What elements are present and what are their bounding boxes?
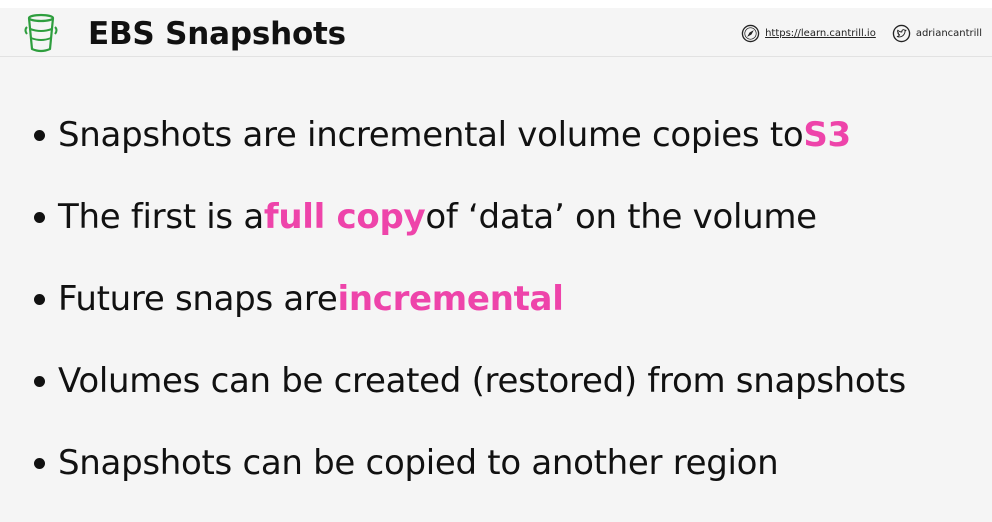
slide-title: EBS Snapshots — [88, 16, 346, 52]
slide: EBS Snapshots https://learn.cantrill.io … — [0, 8, 992, 522]
bullet-highlight: full copy — [263, 197, 426, 237]
website-link-text[interactable]: https://learn.cantrill.io — [765, 28, 876, 39]
header-links: https://learn.cantrill.io adriancantrill — [741, 23, 982, 43]
bullet-text: Snapshots can be copied to another regio… — [58, 443, 779, 483]
bucket-icon — [24, 13, 58, 53]
bullet-dot-icon — [34, 375, 45, 387]
twitter-bird-icon — [892, 24, 911, 42]
bullet-highlight: S3 — [803, 115, 851, 155]
bullet-list: Snapshots are incremental volume copies … — [34, 94, 906, 504]
bullet-dot-icon — [34, 211, 45, 223]
bullet-text: Snapshots are incremental volume copies … — [58, 115, 804, 155]
bullet-text: The first is a — [58, 197, 264, 237]
bullet-item: Snapshots can be copied to another regio… — [34, 422, 906, 504]
bullet-dot-icon — [34, 293, 45, 305]
bullet-text-after: of ‘data’ on the volume — [425, 197, 817, 237]
twitter-handle-text[interactable]: adriancantrill — [916, 28, 982, 39]
twitter-link[interactable]: adriancantrill — [892, 24, 982, 43]
bullet-item: Snapshots are incremental volume copies … — [34, 94, 906, 176]
bullet-dot-icon — [34, 457, 45, 469]
bullet-text: Future snaps are — [58, 279, 338, 319]
bullet-item: Volumes can be created (restored) from s… — [34, 340, 906, 422]
bullet-item: Future snaps are incremental — [34, 258, 906, 340]
bullet-text: Volumes can be created (restored) from s… — [58, 361, 906, 401]
slide-header: EBS Snapshots https://learn.cantrill.io … — [0, 8, 992, 57]
website-link[interactable]: https://learn.cantrill.io — [741, 24, 876, 43]
bullet-dot-icon — [34, 129, 45, 141]
compass-icon — [741, 24, 760, 42]
bullet-highlight: incremental — [337, 279, 564, 319]
bullet-item: The first is a full copy of ‘data’ on th… — [34, 176, 906, 258]
